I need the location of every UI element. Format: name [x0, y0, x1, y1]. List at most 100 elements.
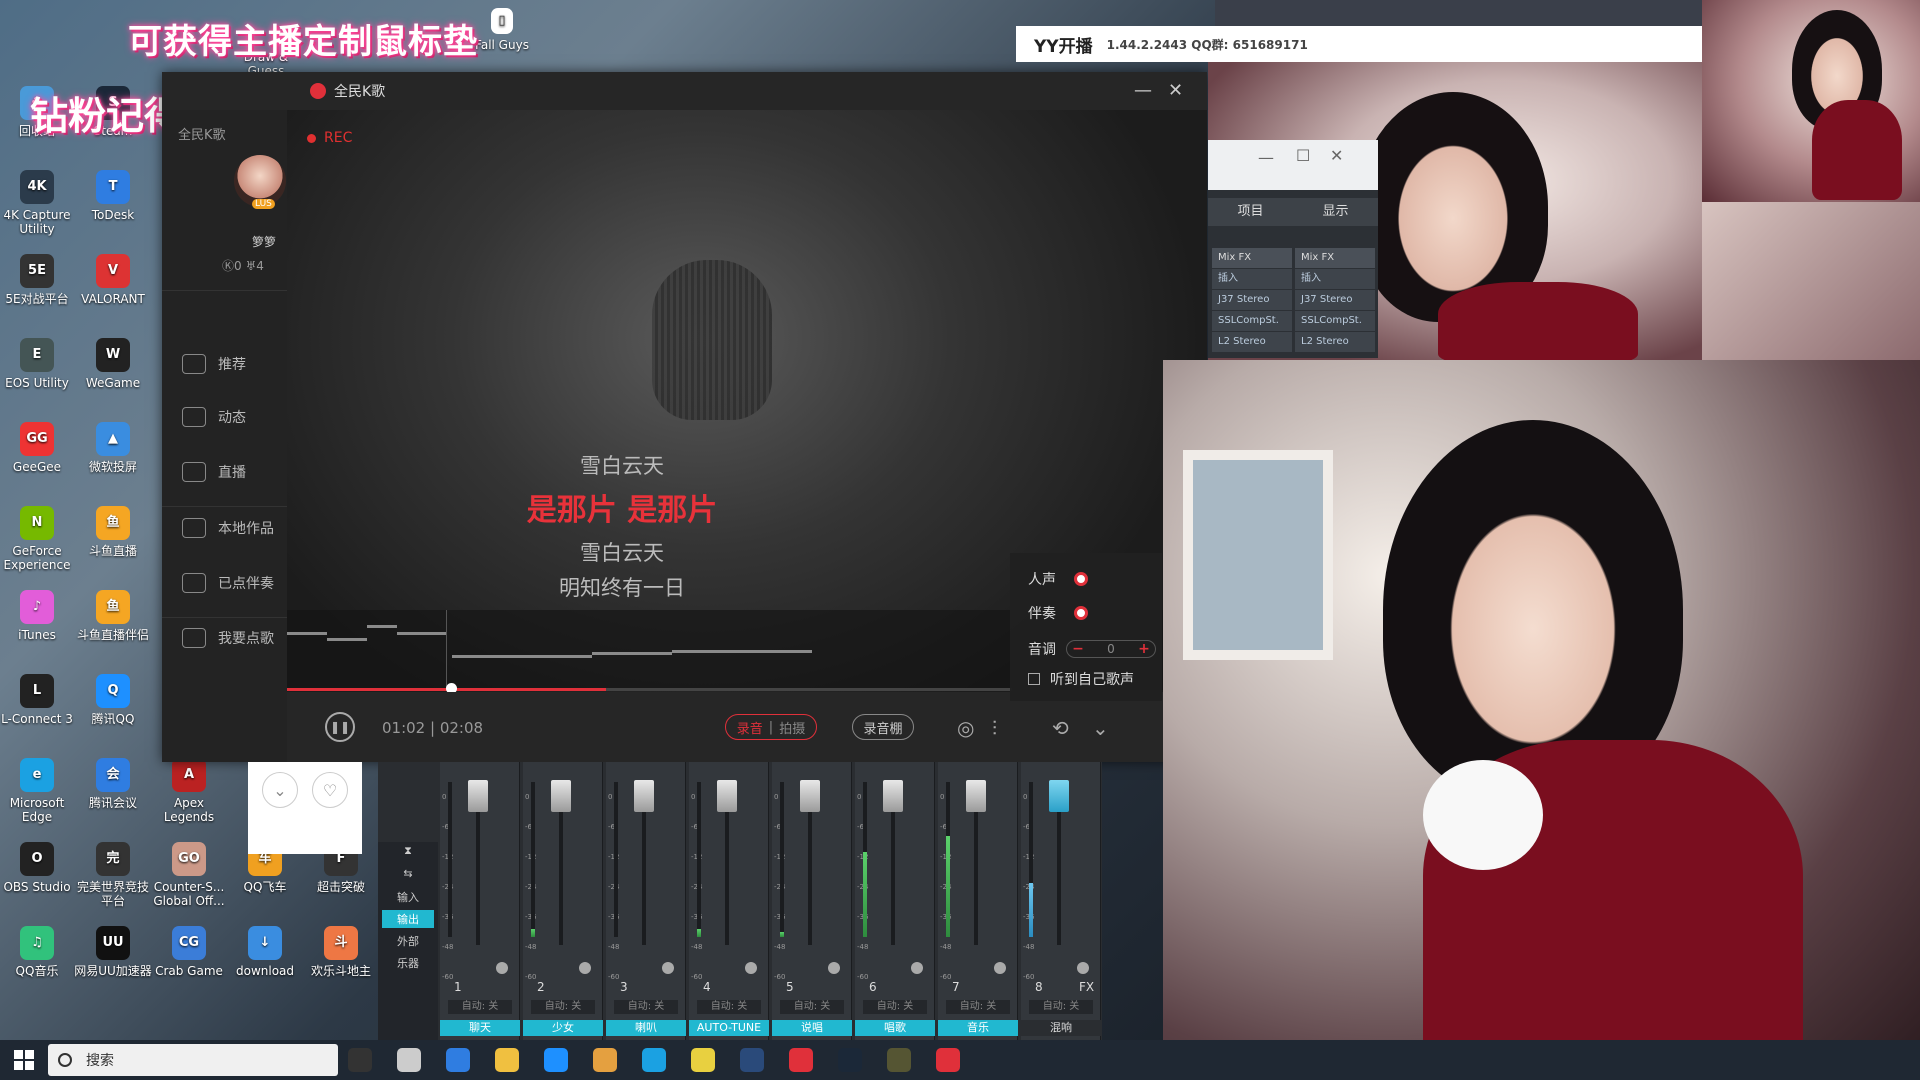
- nav-item-request-song[interactable]: 我要点歌: [182, 628, 274, 648]
- minimize-icon[interactable]: —: [1134, 80, 1152, 101]
- pan-knob-icon[interactable]: [828, 962, 840, 974]
- widgets-icon[interactable]: [397, 1048, 421, 1072]
- automation-button[interactable]: 自动: 关: [946, 1000, 1010, 1014]
- automation-button[interactable]: 自动: 关: [1029, 1000, 1093, 1014]
- loop-icon[interactable]: ⟲: [1052, 716, 1069, 740]
- desktop-icon[interactable]: 鱼斗鱼直播伴侣: [73, 590, 153, 642]
- fader-knob[interactable]: [468, 780, 488, 812]
- karaoke-titlebar[interactable]: 全民K歌 — ✕: [162, 72, 1207, 110]
- desktop-icon[interactable]: 完完美世界竞技平台: [73, 842, 153, 908]
- hear-self-row[interactable]: 听到自己歌声: [1028, 669, 1134, 689]
- mixer-swap-icon[interactable]: ⇆: [382, 864, 434, 882]
- automation-button[interactable]: 自动: 关: [780, 1000, 844, 1014]
- minimize-icon[interactable]: —: [1258, 148, 1274, 167]
- desktop-icon[interactable]: ♫ QQ音乐: [0, 926, 77, 978]
- fader-knob[interactable]: [634, 780, 654, 812]
- steam-icon[interactable]: [887, 1048, 911, 1072]
- pitch-plus-button[interactable]: +: [1133, 641, 1155, 657]
- channel-label[interactable]: AUTO-TUNE: [689, 1020, 769, 1036]
- desktop-icon[interactable]: UU 网易UU加速器: [73, 926, 153, 978]
- mixer-tab-output[interactable]: 输出: [382, 910, 434, 928]
- channel-label[interactable]: 唱歌: [855, 1020, 935, 1036]
- desktop-icon[interactable]: W WeGame: [73, 338, 153, 390]
- pitch-minus-button[interactable]: −: [1067, 641, 1089, 657]
- desktop-icon[interactable]: E EOS Utility: [0, 338, 77, 390]
- desktop-icon[interactable]: e Microsoft Edge: [0, 758, 77, 824]
- task-view-icon[interactable]: [348, 1048, 372, 1072]
- desktop-icon[interactable]: O OBS Studio: [0, 842, 77, 894]
- fader-knob[interactable]: [1049, 780, 1069, 812]
- fader-knob[interactable]: [966, 780, 986, 812]
- close-icon[interactable]: ✕: [1168, 80, 1183, 101]
- desktop-icon[interactable]: 会腾讯会议: [73, 758, 153, 810]
- fader-knob[interactable]: [800, 780, 820, 812]
- nav-item-recommend[interactable]: 推荐: [182, 354, 246, 374]
- progress-bar[interactable]: [287, 683, 1012, 694]
- vocal-toggle[interactable]: [1074, 572, 1088, 586]
- desktop-icon[interactable]: ▲ 微软投屏: [73, 422, 153, 474]
- file-explorer-icon[interactable]: [642, 1048, 666, 1072]
- taskbar-search[interactable]: 搜索: [48, 1044, 338, 1076]
- pan-knob-icon[interactable]: [911, 962, 923, 974]
- desktop-icon[interactable]: Q 腾讯QQ: [73, 674, 153, 726]
- chevron-down-icon[interactable]: ⌄: [1092, 716, 1109, 740]
- pan-knob-icon[interactable]: [1077, 962, 1089, 974]
- channel-label[interactable]: 音乐: [938, 1020, 1018, 1036]
- fader-knob[interactable]: [883, 780, 903, 812]
- pan-knob-icon[interactable]: [496, 962, 508, 974]
- desktop-icon[interactable]: T ToDesk: [73, 170, 153, 222]
- automation-button[interactable]: 自动: 关: [697, 1000, 761, 1014]
- mixer-tab-external[interactable]: 外部: [382, 932, 434, 950]
- desktop-icon[interactable]: 斗欢乐斗地主: [301, 926, 381, 978]
- pan-knob-icon[interactable]: [994, 962, 1006, 974]
- accompaniment-toggle[interactable]: [1074, 606, 1088, 620]
- nav-item-feed[interactable]: 动态: [182, 407, 246, 427]
- pan-knob-icon[interactable]: [745, 962, 757, 974]
- desktop-icon[interactable]: ♪ iTunes: [0, 590, 77, 642]
- desktop-icon[interactable]: 鱼斗鱼直播: [73, 506, 153, 558]
- automation-button[interactable]: 自动: 关: [448, 1000, 512, 1014]
- automation-button[interactable]: 自动: 关: [531, 1000, 595, 1014]
- channel-label[interactable]: 喇叭: [606, 1020, 686, 1036]
- maximize-icon[interactable]: ☐: [1296, 146, 1310, 165]
- desktop-icon[interactable]: GO Counter-S... Global Off...: [149, 842, 229, 908]
- app-icon[interactable]: [740, 1048, 764, 1072]
- mixer-arrow-icon[interactable]: ⧗: [382, 842, 434, 860]
- app-icon[interactable]: [789, 1048, 813, 1072]
- tuner-icon[interactable]: ◎: [957, 716, 974, 740]
- fx-label[interactable]: FX: [1079, 980, 1094, 994]
- edge-icon[interactable]: [691, 1048, 715, 1072]
- tab-display[interactable]: 显示: [1293, 198, 1378, 226]
- mixer-tab-input[interactable]: 输入: [382, 888, 434, 906]
- desktop-icon[interactable]: V VALORANT: [73, 254, 153, 306]
- tab-project[interactable]: 项目: [1208, 198, 1293, 226]
- desktop-icon[interactable]: 4K 4K Capture Utility: [0, 170, 77, 236]
- desktop-icon[interactable]: A Apex Legends: [149, 758, 229, 824]
- pan-knob-icon[interactable]: [579, 962, 591, 974]
- heart-icon[interactable]: ♡: [312, 772, 348, 808]
- browser-icon[interactable]: [446, 1048, 470, 1072]
- desktop-icon[interactable]: L L-Connect 3: [0, 674, 77, 726]
- desktop-icon[interactable]: GG GeeGee: [0, 422, 77, 474]
- mixer-tab-instrument[interactable]: 乐器: [382, 954, 434, 972]
- avatar[interactable]: LUS: [234, 155, 286, 209]
- channel-label[interactable]: 说唱: [772, 1020, 852, 1036]
- kge-icon[interactable]: [936, 1048, 960, 1072]
- fader-knob[interactable]: [551, 780, 571, 812]
- pan-knob-icon[interactable]: [662, 962, 674, 974]
- close-icon[interactable]: ✕: [1330, 146, 1343, 165]
- yy-titlebar[interactable]: YY开播 1.44.2.2443 QQ群: 651689171: [1016, 26, 1702, 62]
- pitch-stepper[interactable]: − 0 +: [1066, 640, 1156, 658]
- pause-button[interactable]: ❚❚: [325, 712, 355, 742]
- record-studio-button[interactable]: 录音棚: [852, 714, 914, 740]
- store-icon[interactable]: [495, 1048, 519, 1072]
- chevron-down-icon[interactable]: ⌄: [262, 772, 298, 808]
- channel-label[interactable]: 聊天: [440, 1020, 520, 1036]
- automation-button[interactable]: 自动: 关: [614, 1000, 678, 1014]
- hear-self-checkbox[interactable]: [1028, 673, 1040, 685]
- desktop-icon[interactable]: ↓ download: [225, 926, 305, 978]
- equalizer-icon[interactable]: ⫶: [992, 716, 997, 740]
- desktop-icon[interactable]: CG Crab Game: [149, 926, 229, 978]
- windows-start-icon[interactable]: [14, 1050, 34, 1070]
- channel-label[interactable]: 混响: [1021, 1020, 1101, 1036]
